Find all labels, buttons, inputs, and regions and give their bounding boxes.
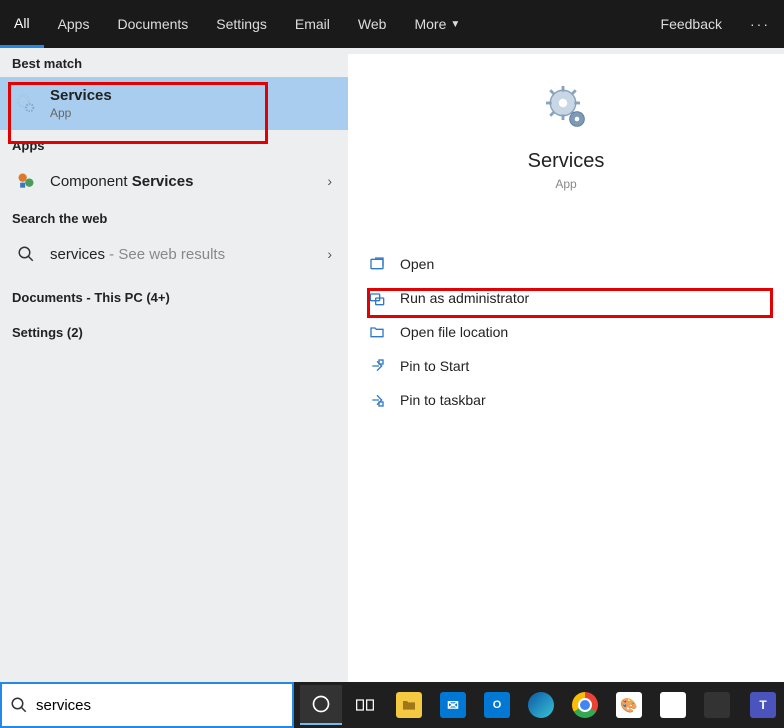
tab-web[interactable]: Web: [344, 0, 401, 48]
action-run-as-admin[interactable]: Run as administrator: [348, 281, 784, 315]
action-label: Open: [400, 256, 434, 272]
tab-all[interactable]: All: [0, 0, 44, 48]
chevron-down-icon: ▼: [450, 19, 460, 30]
actions-list: Open Run as administrator Open file loca…: [348, 247, 784, 417]
taskbar-teams[interactable]: T: [742, 685, 784, 725]
preview-subtitle: App: [555, 177, 576, 191]
taskbar-chrome[interactable]: [564, 685, 606, 725]
search-icon: [14, 242, 38, 266]
section-settings[interactable]: Settings (2): [0, 311, 348, 346]
taskbar-mail[interactable]: ✉: [432, 685, 474, 725]
taskbar-paint[interactable]: 🎨: [608, 685, 650, 725]
action-open[interactable]: Open: [348, 247, 784, 281]
search-input[interactable]: [36, 684, 292, 726]
action-pin-to-start[interactable]: Pin to Start: [348, 349, 784, 383]
taskbar-edge[interactable]: [520, 685, 562, 725]
taskbar: ✉ O 🎨 ✂ T: [294, 682, 784, 728]
action-label: Run as administrator: [400, 290, 529, 306]
action-label: Pin to Start: [400, 358, 469, 374]
overflow-menu[interactable]: ···: [736, 16, 784, 32]
services-large-icon: [542, 84, 590, 132]
section-search-web: Search the web: [0, 203, 348, 232]
tab-more[interactable]: More ▼: [400, 0, 474, 48]
pin-icon: [368, 391, 386, 409]
chevron-right-icon: ›: [327, 173, 332, 189]
best-match-result[interactable]: Services App: [0, 77, 348, 130]
tab-label: Documents: [117, 16, 188, 32]
preview-panel: Services App Open Run as administrator O…: [348, 48, 784, 682]
taskbar-cortana[interactable]: [300, 685, 342, 725]
action-pin-to-taskbar[interactable]: Pin to taskbar: [348, 383, 784, 417]
app-result-component-services[interactable]: Component Services ›: [0, 159, 348, 203]
component-services-icon: [14, 169, 38, 193]
tab-label: Web: [358, 16, 387, 32]
action-open-file-location[interactable]: Open file location: [348, 315, 784, 349]
result-title: Services: [50, 87, 112, 104]
tab-documents[interactable]: Documents: [103, 0, 202, 48]
taskbar-file-explorer[interactable]: [388, 685, 430, 725]
taskbar-app[interactable]: [696, 685, 738, 725]
action-label: Open file location: [400, 324, 508, 340]
tab-apps[interactable]: Apps: [44, 0, 104, 48]
chevron-right-icon: ›: [327, 246, 332, 262]
section-apps: Apps: [0, 130, 348, 159]
services-icon: [14, 92, 38, 116]
tab-label: All: [14, 15, 30, 31]
results-panel: Best match Services App Apps Component S…: [0, 48, 348, 682]
preview-title: Services: [528, 150, 605, 173]
result-title: services - See web results: [50, 246, 225, 263]
search-icon: [2, 696, 36, 714]
action-label: Pin to taskbar: [400, 392, 486, 408]
result-subtitle: App: [50, 106, 112, 120]
tab-label: Settings: [216, 16, 267, 32]
result-title: Component Services: [50, 173, 193, 190]
feedback-label: Feedback: [661, 16, 722, 32]
admin-icon: [368, 289, 386, 307]
tab-settings[interactable]: Settings: [202, 0, 281, 48]
tab-email[interactable]: Email: [281, 0, 344, 48]
taskbar-outlook[interactable]: O: [476, 685, 518, 725]
tab-label: More: [414, 16, 446, 32]
section-best-match: Best match: [0, 48, 348, 77]
feedback-link[interactable]: Feedback: [647, 16, 736, 32]
open-icon: [368, 255, 386, 273]
web-result[interactable]: services - See web results ›: [0, 232, 348, 276]
folder-icon: [368, 323, 386, 341]
tab-label: Apps: [58, 16, 90, 32]
taskbar-task-view[interactable]: [344, 685, 386, 725]
search-box[interactable]: [0, 682, 294, 728]
taskbar-snipping-tool[interactable]: ✂: [652, 685, 694, 725]
tab-label: Email: [295, 16, 330, 32]
section-documents[interactable]: Documents - This PC (4+): [0, 276, 348, 311]
pin-icon: [368, 357, 386, 375]
filter-tabs-bar: All Apps Documents Settings Email Web Mo…: [0, 0, 784, 48]
